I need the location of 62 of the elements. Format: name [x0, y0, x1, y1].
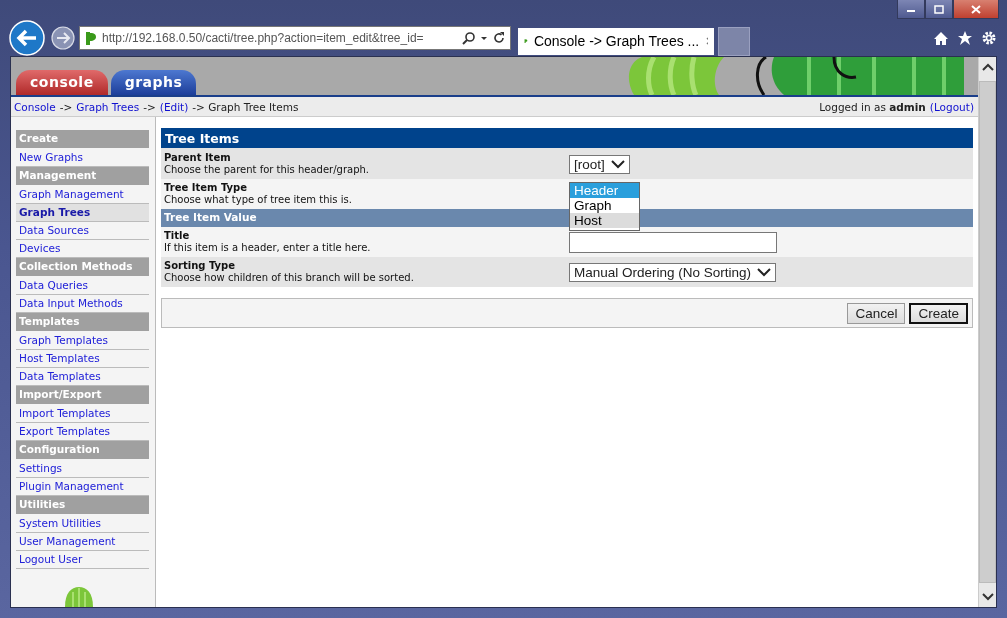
close-button[interactable] [953, 0, 999, 19]
nav-tab[interactable]: console [16, 70, 108, 95]
sidebar-item[interactable]: Host Templates [16, 350, 149, 368]
field-description: If this item is a header, enter a title here. [164, 242, 372, 254]
dropdown-option[interactable]: Graph [570, 198, 639, 213]
chevron-down-icon [610, 159, 625, 169]
sidebar-item[interactable]: Data Queries [16, 277, 149, 295]
minimize-button[interactable] [897, 0, 925, 19]
settings-icon[interactable] [981, 30, 997, 46]
sidebar-header: Collection Methods [16, 258, 149, 276]
breadcrumb-text: -> [143, 100, 156, 113]
field-label: Parent Item [164, 152, 232, 164]
refresh-icon[interactable] [492, 31, 506, 45]
sidebar-item[interactable]: Graph Trees [16, 204, 149, 222]
new-tab-button[interactable] [718, 26, 750, 56]
star-icon[interactable] [957, 30, 973, 46]
field-label: Tree Item Type [164, 182, 248, 194]
back-button[interactable] [9, 20, 45, 56]
sidebar-header: Utilities [16, 496, 149, 514]
maximize-icon [934, 4, 944, 14]
breadcrumb-text: -> Graph Tree Items [192, 100, 299, 113]
chevron-down-icon [757, 267, 772, 277]
sidebar-header: Templates [16, 313, 149, 331]
sidebar-item[interactable]: System Utilities [16, 515, 149, 533]
breadcrumb-link[interactable]: Graph Trees [76, 100, 140, 113]
field-description: Choose how children of this branch will be sorted. [164, 272, 415, 284]
scroll-up-icon[interactable] [981, 63, 994, 71]
create-button[interactable]: Create [909, 302, 968, 324]
title-input[interactable] [569, 231, 777, 253]
field-description: Choose what type of tree item this is. [164, 194, 353, 206]
cactus-drawing [63, 587, 95, 607]
forward-button[interactable] [51, 26, 75, 50]
field-description: Choose the parent for this header/graph. [164, 164, 371, 176]
field-label: Sorting Type [164, 260, 237, 272]
sidebar-item[interactable]: Logout User [16, 551, 149, 569]
scroll-down-icon[interactable] [981, 593, 994, 601]
sidebar-header: Configuration [16, 441, 149, 459]
logout-link[interactable]: (Logout) [929, 100, 974, 113]
select-field[interactable]: [root] [569, 154, 630, 174]
sidebar-item[interactable]: Import Templates [16, 405, 149, 423]
panel-title: Tree Items [161, 128, 973, 149]
sidebar-item[interactable]: User Management [16, 533, 149, 551]
sidebar-item[interactable]: Data Sources [16, 222, 149, 240]
login-text: Logged in as admin [819, 100, 926, 113]
dropdown-option[interactable]: Host [570, 213, 639, 228]
maximize-button[interactable] [925, 0, 953, 19]
sidebar-item[interactable]: Graph Templates [16, 332, 149, 350]
browser-tab[interactable]: Console -> Graph Trees ... [518, 27, 714, 55]
breadcrumb-link[interactable]: Console [14, 100, 56, 113]
cancel-button[interactable]: Cancel [847, 302, 906, 324]
address-bar[interactable]: http://192.168.0.50/cacti/tree.php?action=item_edit&tree_id= [79, 26, 511, 50]
sidebar-header: Create [16, 130, 149, 148]
home-icon[interactable] [933, 30, 949, 46]
field-label: Title [164, 230, 191, 242]
sidebar-header: Management [16, 167, 149, 185]
breadcrumb-text: -> [59, 100, 73, 113]
breadcrumb-link[interactable]: (Edit) [159, 100, 189, 113]
sidebar-item[interactable]: Settings [16, 460, 149, 478]
nav-tab[interactable]: graphs [110, 70, 197, 95]
select-field[interactable]: Manual Ordering (No Sorting) [569, 262, 777, 282]
sidebar-header: Import/Export [16, 386, 149, 404]
search-icon[interactable] [462, 31, 476, 45]
